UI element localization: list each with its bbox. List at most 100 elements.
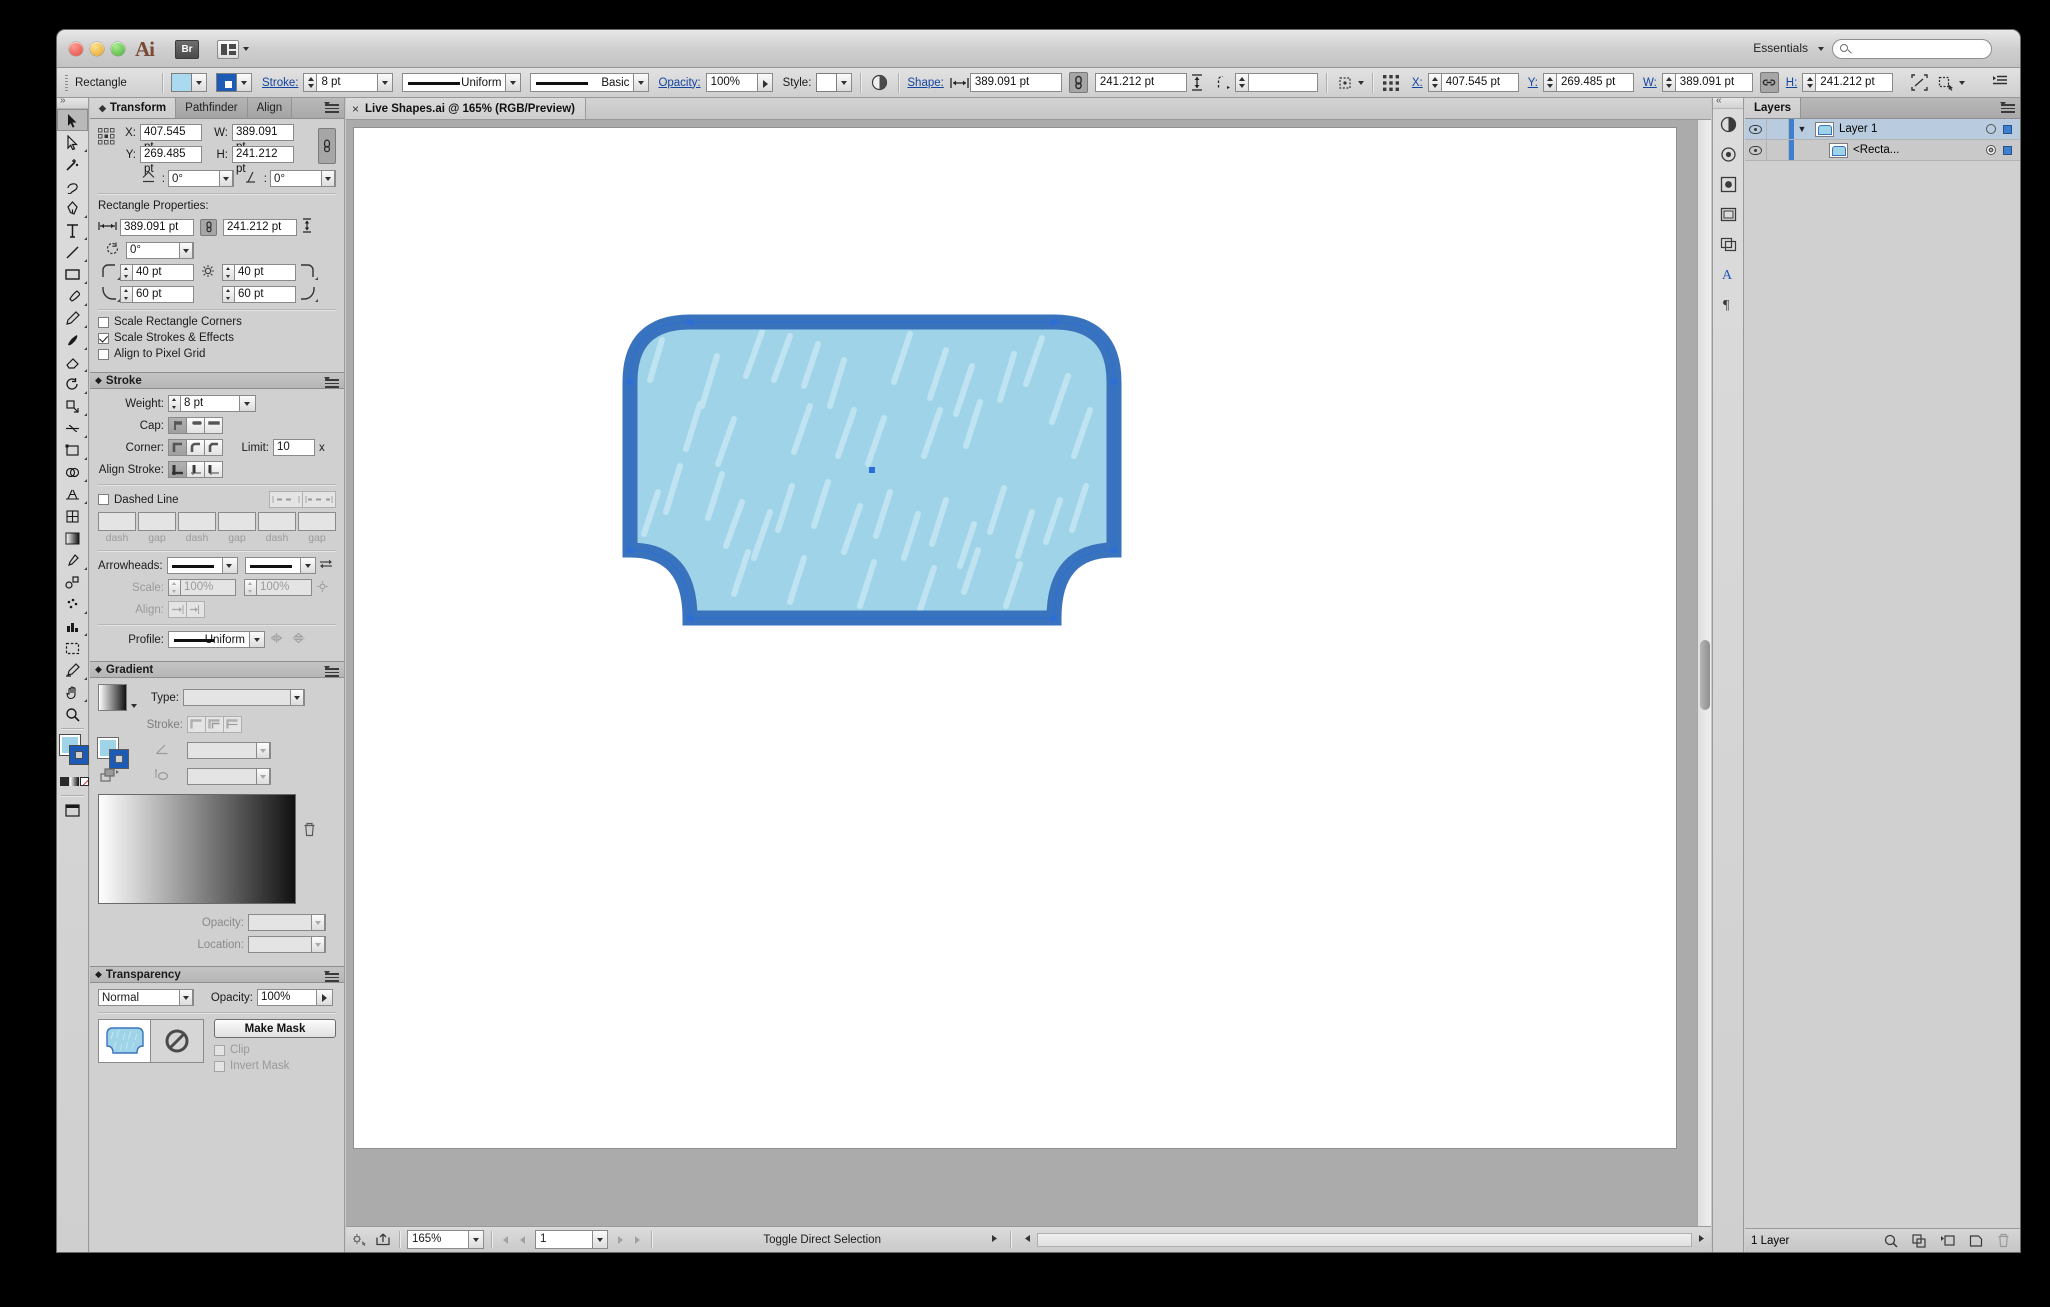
corner-bl-field[interactable]: 60 pt bbox=[132, 286, 194, 303]
transparency-opacity-field[interactable]: 100% bbox=[257, 989, 317, 1006]
shear-caret[interactable] bbox=[321, 170, 335, 187]
panel-menu-icon[interactable] bbox=[324, 971, 339, 983]
cap-butt-button[interactable] bbox=[168, 417, 187, 434]
graphic-style-swatch[interactable] bbox=[816, 73, 838, 92]
stroke-proxy-swatch[interactable] bbox=[69, 745, 89, 765]
layer-name[interactable]: Layer 1 bbox=[1839, 123, 1986, 135]
dash-field-3[interactable] bbox=[258, 512, 296, 531]
shape-label[interactable]: Shape: bbox=[907, 77, 943, 89]
align-stroke-center-button[interactable] bbox=[168, 461, 187, 478]
align-grid-icon[interactable] bbox=[1381, 73, 1402, 92]
tool-artboard[interactable] bbox=[57, 637, 88, 659]
w-field[interactable]: 389.091 pt bbox=[1674, 73, 1753, 92]
stroke-weight-control[interactable]: 8 pt bbox=[303, 73, 394, 92]
tool-shape-builder[interactable] bbox=[57, 461, 88, 483]
corner-bl-control[interactable]: 60 pt bbox=[120, 286, 194, 303]
gradient-stroke-proxy[interactable] bbox=[109, 749, 129, 769]
constrain-wh-toggle[interactable] bbox=[1759, 72, 1779, 93]
character-panel-icon[interactable]: A bbox=[1713, 259, 1743, 289]
object-selection-indicator[interactable] bbox=[2003, 145, 2012, 155]
tool-width[interactable] bbox=[57, 417, 88, 439]
layer-row-rectangle[interactable]: <Recta... bbox=[1745, 140, 2020, 161]
zoom-level-caret[interactable] bbox=[469, 1230, 484, 1249]
artboard[interactable] bbox=[354, 128, 1676, 1148]
tool-hand[interactable] bbox=[57, 681, 88, 703]
gap-field-2[interactable] bbox=[218, 512, 256, 531]
make-mask-button[interactable]: Make Mask bbox=[214, 1019, 336, 1038]
transform-x-field[interactable]: 407.545 pt bbox=[140, 124, 202, 153]
chevron-down-icon[interactable] bbox=[1818, 47, 1824, 51]
rect-rotate-caret[interactable] bbox=[179, 241, 193, 259]
tool-symbol-sprayer[interactable] bbox=[57, 593, 88, 615]
width-control[interactable]: 389.091 pt bbox=[1661, 73, 1753, 92]
delete-gradient-stop-icon[interactable] bbox=[296, 794, 322, 837]
corner-radius-field[interactable] bbox=[1247, 73, 1318, 92]
stroke-weight-control[interactable]: 8 pt bbox=[168, 395, 256, 412]
transform-options-icon[interactable] bbox=[1335, 73, 1356, 92]
create-new-sublayer-icon[interactable] bbox=[1940, 1234, 1955, 1248]
gradient-type-dropdown[interactable] bbox=[183, 689, 305, 706]
gradient-swatch-caret[interactable] bbox=[127, 684, 141, 711]
tool-paintbrush[interactable] bbox=[57, 285, 88, 307]
gradient-type-caret[interactable] bbox=[290, 689, 304, 706]
reverse-gradient-icon[interactable] bbox=[98, 767, 141, 786]
align-stroke-outside-button[interactable] bbox=[204, 461, 223, 478]
object-name[interactable]: <Recta... bbox=[1853, 144, 1986, 156]
stroke-label[interactable]: Stroke: bbox=[262, 77, 298, 89]
y-position-control[interactable]: 269.485 pt bbox=[1542, 73, 1634, 92]
transform-constrain-proportions-toggle[interactable] bbox=[318, 128, 336, 164]
corner-bl-stepper[interactable] bbox=[120, 286, 132, 303]
layer-lock-toggle[interactable] bbox=[1767, 119, 1789, 139]
cap-round-button[interactable] bbox=[186, 417, 205, 434]
tool-eraser[interactable] bbox=[57, 351, 88, 373]
gradient-mode-icon[interactable] bbox=[70, 777, 79, 786]
arrowhead-start-dropdown[interactable] bbox=[166, 557, 223, 574]
delete-layer-icon[interactable] bbox=[1997, 1233, 2010, 1248]
opacity-caret[interactable] bbox=[757, 73, 773, 92]
make-sublayer-icon[interactable] bbox=[1912, 1233, 1926, 1248]
corner-tr-icon[interactable] bbox=[296, 264, 318, 281]
paragraph-panel-icon[interactable]: ¶ bbox=[1713, 289, 1743, 319]
minimize-window-button[interactable] bbox=[90, 42, 104, 56]
stroke-swatch[interactable] bbox=[216, 73, 237, 92]
color-guide-panel-icon[interactable] bbox=[1713, 139, 1743, 169]
reshape-icon[interactable] bbox=[1909, 73, 1930, 92]
profile-caret[interactable] bbox=[250, 631, 265, 648]
corner-tl-control[interactable]: 40 pt bbox=[120, 264, 194, 281]
corner-tr-control[interactable]: 40 pt bbox=[222, 264, 296, 281]
tool-perspective-grid[interactable] bbox=[57, 483, 88, 505]
color-modes[interactable] bbox=[57, 776, 89, 792]
opacity-control[interactable]: 100% bbox=[705, 73, 773, 92]
tool-rotate[interactable] bbox=[57, 373, 88, 395]
opacity-value[interactable]: 100% bbox=[705, 73, 758, 92]
horizontal-scrollbar[interactable] bbox=[1037, 1232, 1692, 1247]
stroke-weight-field[interactable]: 8 pt bbox=[180, 395, 240, 412]
arrowhead-end-dropdown[interactable] bbox=[245, 557, 302, 574]
close-document-icon[interactable]: × bbox=[352, 102, 359, 116]
symbols-panel-icon[interactable] bbox=[1713, 169, 1743, 199]
tool-type[interactable] bbox=[57, 219, 88, 241]
dash-adjust-button[interactable] bbox=[302, 491, 336, 508]
dashed-line-checkbox[interactable] bbox=[98, 494, 109, 505]
artboard-number-field[interactable]: 1 bbox=[535, 1230, 593, 1249]
workspace-label[interactable]: Essentials bbox=[1753, 41, 1808, 55]
corner-tl-stepper[interactable] bbox=[120, 264, 132, 281]
maximize-window-button[interactable] bbox=[111, 42, 125, 56]
tool-blend[interactable] bbox=[57, 571, 88, 593]
toolbox-collapse-handle[interactable] bbox=[57, 95, 88, 109]
corner-tl-field[interactable]: 40 pt bbox=[132, 264, 194, 281]
link-corners-icon[interactable] bbox=[194, 264, 222, 281]
artboard-number-control[interactable]: 1 bbox=[535, 1230, 608, 1249]
fill-swatch[interactable] bbox=[171, 73, 192, 92]
artboard-nav-next[interactable] bbox=[617, 1235, 644, 1245]
fill-stroke-gradient-proxy[interactable] bbox=[97, 737, 141, 769]
scale-strokes-effects-checkbox[interactable] bbox=[98, 332, 109, 344]
transform-h-field[interactable]: 241.212 pt bbox=[232, 146, 294, 175]
swap-arrowheads-icon[interactable] bbox=[316, 558, 336, 573]
layer-row-layer1[interactable]: ▼ Layer 1 bbox=[1745, 119, 2020, 140]
arrowhead-end-caret[interactable] bbox=[301, 557, 317, 574]
object-visibility-toggle[interactable] bbox=[1745, 140, 1767, 160]
rect-rotate-field[interactable]: 0° bbox=[126, 241, 194, 259]
y-stepper[interactable] bbox=[1542, 73, 1556, 92]
tool-free-transform[interactable] bbox=[57, 439, 88, 461]
